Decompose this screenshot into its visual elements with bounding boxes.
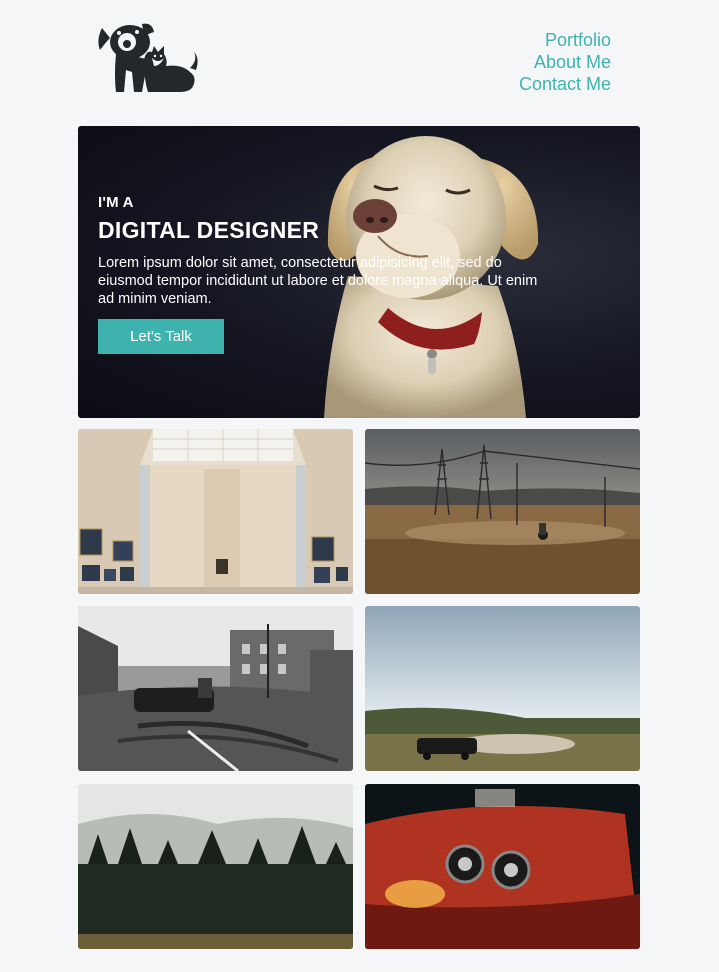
nav-about-me[interactable]: About Me xyxy=(519,51,611,73)
hero-banner: I'M A DIGITAL DESIGNER Lorem ipsum dolor… xyxy=(78,126,640,418)
gallery-tile-forest[interactable] xyxy=(78,784,353,949)
gallery-tile-red-car[interactable] xyxy=(365,784,640,949)
foggy-forest-photo xyxy=(78,784,353,949)
gallery-tile-museum[interactable] xyxy=(78,429,353,594)
dog-and-cat-logo-icon xyxy=(98,23,198,92)
gallery-tile-car-field[interactable] xyxy=(365,606,640,771)
street-drift-bw-photo xyxy=(78,606,353,771)
red-car-headlight-photo xyxy=(365,784,640,949)
lets-talk-button[interactable]: Let's Talk xyxy=(98,319,224,354)
gallery-tile-motorcycle[interactable] xyxy=(365,429,640,594)
hero-text: I'M A DIGITAL DESIGNER Lorem ipsum dolor… xyxy=(98,194,538,308)
motorcycle-power-lines-photo xyxy=(365,429,640,594)
main-nav: Portfolio About Me Contact Me xyxy=(519,29,611,95)
hero-description: Lorem ipsum dolor sit amet, consectetur … xyxy=(98,255,538,307)
logo[interactable] xyxy=(94,20,202,94)
museum-gallery-photo xyxy=(78,429,353,594)
nav-portfolio[interactable]: Portfolio xyxy=(519,29,611,51)
hero-headline: DIGITAL DESIGNER xyxy=(98,217,320,243)
nav-contact-me[interactable]: Contact Me xyxy=(519,73,611,95)
car-drifting-field-photo xyxy=(365,606,640,771)
gallery-tile-street-drift[interactable] xyxy=(78,606,353,771)
hero-kicker: I'M A xyxy=(98,194,134,211)
